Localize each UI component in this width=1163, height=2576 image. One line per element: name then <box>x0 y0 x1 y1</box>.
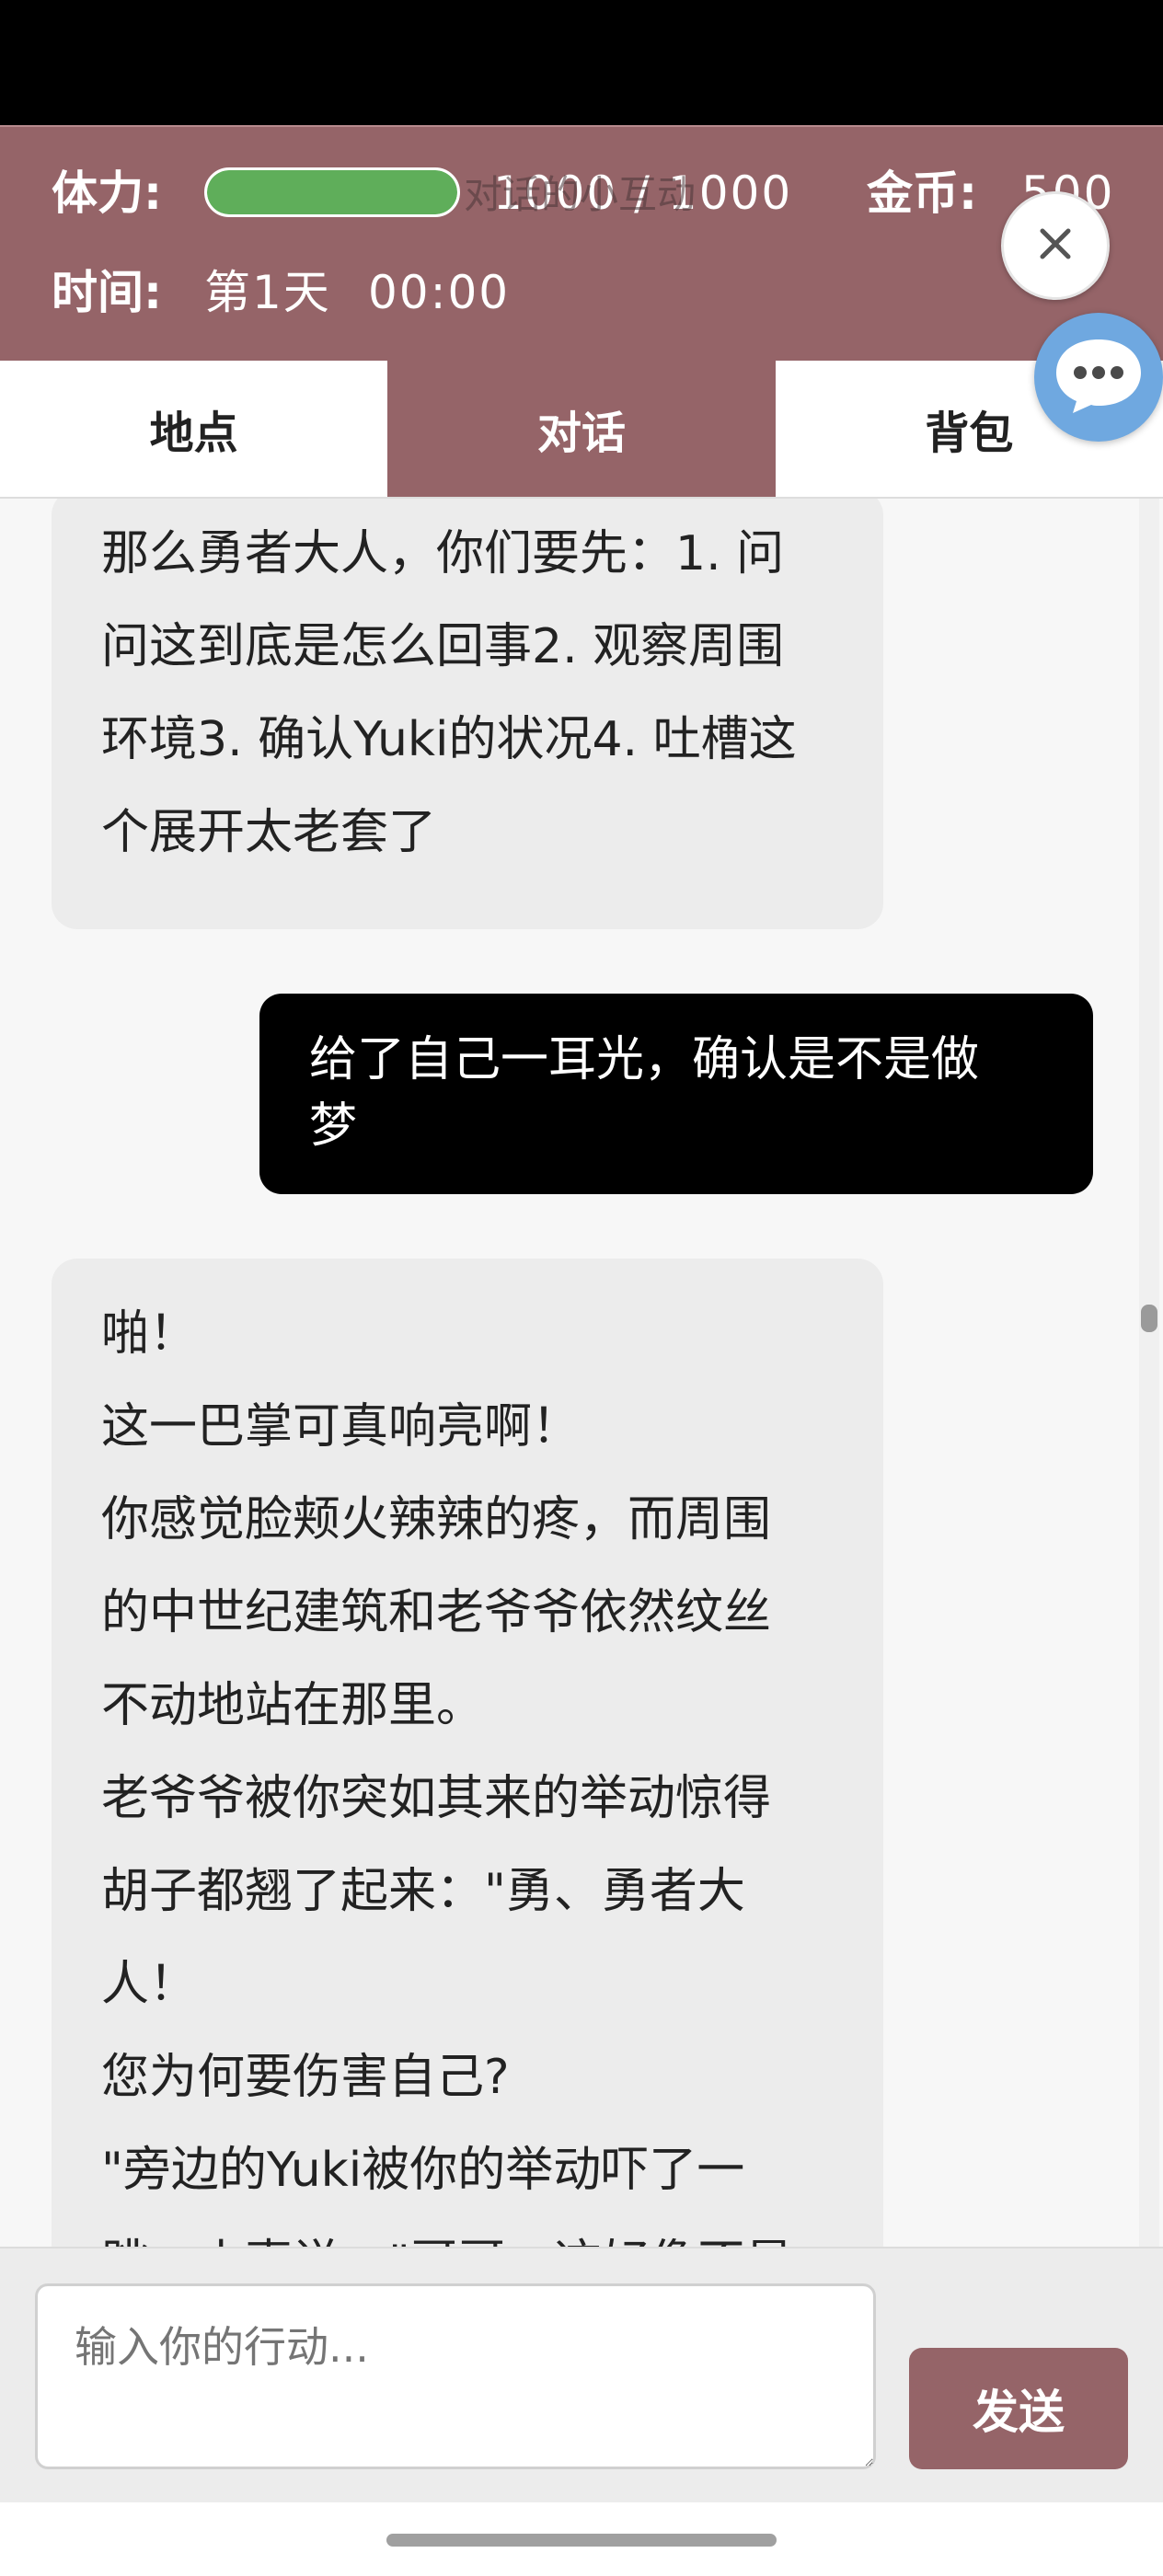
ai-message: 那么勇者大人，你们要先：1. 问 问这到底是怎么回事2. 观察周围 环境3. 确… <box>52 499 883 929</box>
overlay-title: 对话的小互动 <box>464 172 697 217</box>
tab-bar: 地点 对话 背包 <box>0 361 1163 499</box>
time-label: 时间: <box>52 266 162 319</box>
tab-label: 对话 <box>536 408 626 459</box>
chat-area[interactable]: 那么勇者大人，你们要先：1. 问 问这到底是怎么回事2. 观察周围 环境3. 确… <box>0 499 1163 2247</box>
send-button[interactable]: 发送 <box>909 2348 1128 2469</box>
chat-button[interactable] <box>1034 313 1163 442</box>
stats-header: 体力: 1000 / 1000 对话的小互动 金币: 500 时间: 第1天 0… <box>0 125 1163 361</box>
input-bar: 发送 <box>0 2247 1163 2502</box>
time-day: 第1天 <box>204 266 331 319</box>
tab-location[interactable]: 地点 <box>0 361 387 497</box>
home-indicator[interactable] <box>386 2534 777 2547</box>
tab-label: 背包 <box>925 408 1014 459</box>
time-clock: 00:00 <box>368 266 511 319</box>
ai-message: 啪！ 这一巴掌可真响亮啊！ 你感觉脸颊火辣辣的疼，而周围 的中世纪建筑和老爷爷依… <box>52 1259 883 2247</box>
scrollbar-track[interactable] <box>1139 499 1159 2247</box>
gold-label: 金币: <box>867 167 977 220</box>
tab-dialogue[interactable]: 对话 <box>387 361 776 497</box>
stamina-label: 体力: <box>52 167 162 220</box>
status-bar <box>0 0 1163 125</box>
system-nav-bar <box>0 2502 1163 2576</box>
close-button[interactable] <box>1001 191 1110 300</box>
stamina-fill <box>207 170 457 214</box>
send-label: 发送 <box>973 2386 1065 2439</box>
tab-label: 地点 <box>149 408 238 459</box>
scrollbar-thumb[interactable] <box>1141 1305 1157 1332</box>
chat-bubble-icon <box>1051 334 1146 420</box>
stamina-bar <box>204 167 460 217</box>
action-input[interactable] <box>35 2283 876 2469</box>
close-icon <box>1035 224 1076 268</box>
user-message: 给了自己一耳光，确认是不是做 梦 <box>259 994 1093 1194</box>
